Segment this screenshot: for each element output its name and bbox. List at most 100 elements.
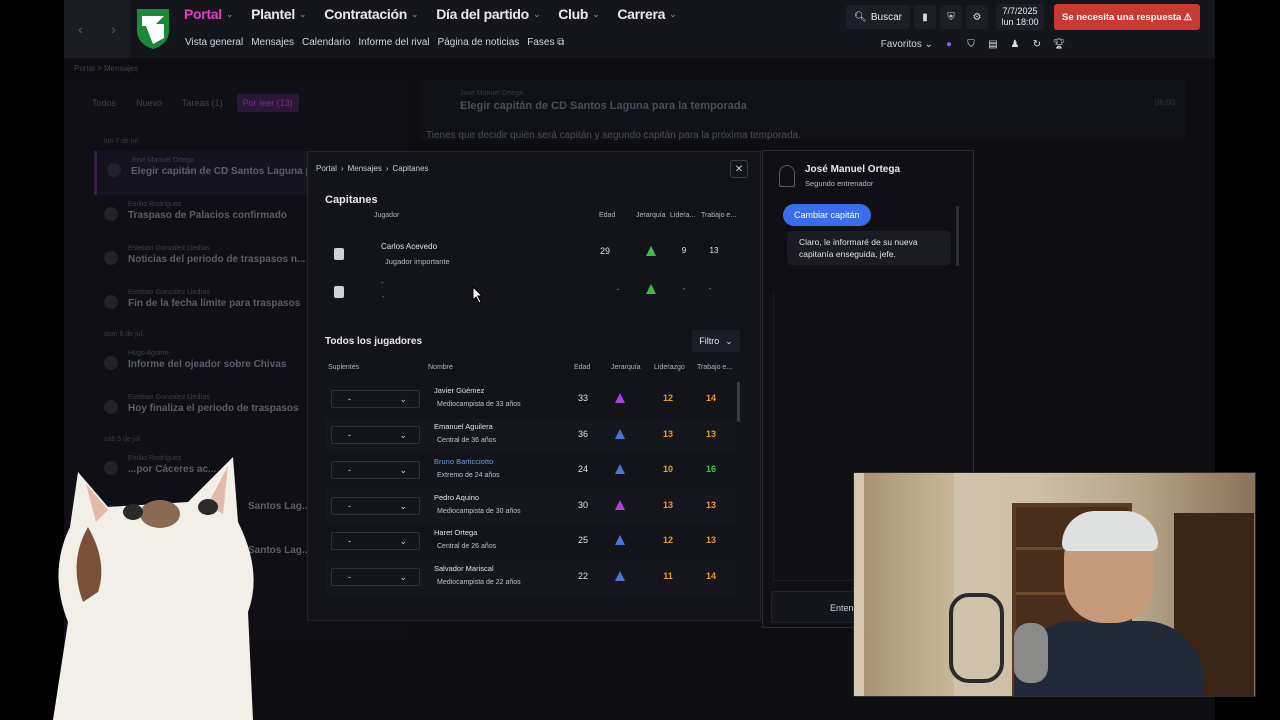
subnav-rival-report[interactable]: Informe del rival: [358, 37, 429, 48]
filter-all[interactable]: Todos: [86, 94, 122, 112]
search-icon: 🔍︎: [854, 11, 867, 23]
hierarchy-icon: [615, 464, 625, 475]
chevron-down-icon: ⌄: [399, 465, 407, 476]
captains-modal: Portal › Mensajes › Capitanes ✕ Capitanes …: [307, 151, 761, 621]
close-icon[interactable]: ✕: [730, 160, 748, 178]
club-logo[interactable]: [134, 6, 172, 50]
substitute-select[interactable]: - ⌄: [331, 567, 420, 586]
subnav-messages[interactable]: Mensajes: [251, 37, 294, 48]
trophy-icon[interactable]: 🏆︎: [1053, 38, 1066, 50]
top-right-controls: 🔍︎ Buscar ▮ ⛨ ⚙ 7/7/2025 lun 18:00 Se nece…: [846, 4, 1215, 30]
nav-carrera[interactable]: Carrera ⌄: [617, 6, 676, 22]
table-row[interactable]: - ⌄ Salvador Mariscal Mediocampista de 22…: [326, 559, 736, 596]
players-table: - ⌄ Javier Güémez Mediocampista de 33 año…: [326, 382, 736, 596]
nav-club[interactable]: Club ⌄: [558, 6, 599, 22]
assistant-name: José Manuel Ortega: [805, 164, 901, 175]
nav-plantel[interactable]: Plantel ⌄: [251, 6, 306, 22]
change-captain-message: Cambiar capitán: [783, 204, 871, 226]
hierarchy-up-icon: [646, 246, 656, 256]
chevron-down-icon: ⌄: [725, 335, 733, 346]
nav-contratacion[interactable]: Contratación ⌄: [324, 6, 418, 22]
filter-unread[interactable]: Por leer (13): [236, 94, 299, 112]
hierarchy-icon: [615, 428, 625, 439]
substitute-select[interactable]: - ⌄: [331, 532, 420, 551]
hierarchy-icon: [615, 499, 625, 510]
all-players-title: Todos los jugadores: [325, 336, 423, 347]
document-icon[interactable]: ▤: [987, 38, 999, 50]
scrollbar[interactable]: [737, 382, 740, 422]
table-row[interactable]: - ⌄ Javier Güémez Mediocampista de 33 año…: [326, 382, 736, 418]
chat-icon[interactable]: ●: [943, 38, 955, 50]
substitute-select[interactable]: - ⌄: [331, 390, 420, 408]
filter-button[interactable]: Filtro ⌄: [692, 330, 740, 352]
subnav-calendar[interactable]: Calendario: [302, 37, 350, 48]
nav-dia-partido[interactable]: Día del partido ⌄: [436, 6, 540, 22]
inbox-filters: Todos Nuevo Tareas (1) Por leer (13): [86, 94, 299, 112]
person-icon[interactable]: ♟: [1009, 38, 1021, 50]
filter-tasks[interactable]: Tareas (1): [176, 94, 229, 112]
sub-nav: Vista general Mensajes Calendario Inform…: [185, 37, 564, 48]
webcam-overlay: [853, 472, 1256, 697]
refresh-icon[interactable]: ↻: [1031, 38, 1043, 50]
hierarchy-icon: [615, 393, 625, 403]
person-icon: [104, 295, 118, 309]
chevron-down-icon: ⌄: [399, 394, 407, 404]
message-body: Tienes que decidir quién será capitán y …: [426, 130, 801, 141]
history-nav: ‹ ›: [64, 0, 130, 58]
bookmark-icon[interactable]: ▮: [914, 5, 936, 29]
nav-portal[interactable]: Portal ⌄: [184, 6, 233, 22]
main-nav: Portal ⌄ Plantel ⌄ Contratación ⌄ Día del p…: [184, 6, 677, 22]
assistant-reply: Claro, le informaré de su nueva capitaní…: [787, 231, 951, 265]
table-row[interactable]: - ⌄ Emanuel Aguilera Central de 36 años 3…: [326, 417, 736, 454]
subnav-phases[interactable]: Fases ⧉: [527, 37, 564, 48]
date-separator: lun 7 de jul.: [104, 138, 140, 145]
table-row[interactable]: - ⌄ Haret Ortega Central de 26 años 25 12…: [326, 524, 736, 560]
avatar: [779, 165, 795, 187]
favorites-row: Favoritos ⌄ ● ⛉ ▤ ♟ ↻ 🏆︎: [881, 38, 1066, 50]
shield-icon[interactable]: ⛨: [940, 5, 962, 29]
search-icon: [104, 356, 118, 370]
warning-icon: ⚠: [1183, 11, 1192, 23]
chevron-down-icon: ⌄: [399, 536, 407, 547]
top-bar: ‹ › Portal ⌄ Plantel ⌄ Contratación ⌄ Día d…: [64, 0, 1215, 58]
mouse-cursor-icon: [472, 286, 484, 304]
back-arrow-icon[interactable]: ‹: [78, 21, 83, 37]
armband-icon: [334, 248, 344, 260]
shirt-icon[interactable]: ⛉: [965, 38, 977, 50]
hierarchy-icon: [615, 570, 625, 581]
chevron-down-icon: ⌄: [399, 429, 407, 440]
person-icon: [104, 251, 118, 265]
search-button[interactable]: 🔍︎ Buscar: [846, 5, 910, 29]
subnav-news[interactable]: Página de noticias: [438, 37, 520, 48]
table-row[interactable]: - ⌄ Pedro Aquino Mediocampista de 30 años…: [326, 488, 736, 525]
table-row[interactable]: - ⌄ Bruno Barticciotto Extremo de 24 años…: [326, 453, 736, 489]
person-icon: [107, 163, 121, 177]
transfer-icon: [104, 207, 118, 221]
armband-icon: [334, 286, 344, 298]
chevron-down-icon: ⌄: [399, 571, 407, 582]
favorites-dropdown[interactable]: Favoritos ⌄: [881, 39, 933, 50]
modal-breadcrumb: Portal › Mensajes › Capitanes: [316, 164, 429, 173]
continue-alert-button[interactable]: Se necesita una respuesta ⚠: [1054, 4, 1200, 30]
forward-arrow-icon[interactable]: ›: [111, 21, 116, 37]
captains-title: Capitanes: [325, 194, 378, 206]
substitute-select[interactable]: - ⌄: [331, 496, 420, 515]
assistant-role: Segundo entrenador: [805, 179, 874, 188]
gear-icon[interactable]: ⚙: [966, 5, 988, 29]
vice-captain-row[interactable]: - - - - -: [324, 274, 724, 310]
chevron-down-icon: ⌄: [399, 500, 407, 511]
scrollbar[interactable]: [956, 206, 959, 266]
subnav-overview[interactable]: Vista general: [185, 37, 243, 48]
hierarchy-up-icon: [646, 284, 656, 294]
filter-new[interactable]: Nuevo: [130, 94, 168, 112]
game-date[interactable]: 7/7/2025 lun 18:00: [996, 4, 1044, 30]
cat-sticker: [53, 457, 254, 720]
breadcrumb: Portal > Mensajes: [74, 64, 139, 73]
hierarchy-icon: [615, 535, 625, 546]
external-link-icon: ⧉: [557, 37, 565, 48]
captain-row[interactable]: Carlos Acevedo Jugador importante 29 9 1…: [324, 236, 724, 272]
substitute-select[interactable]: - ⌄: [331, 425, 420, 444]
substitute-select[interactable]: - ⌄: [331, 461, 420, 480]
person-icon: [104, 400, 118, 414]
message-subject: Elegir capitán de CD Santos Laguna para …: [460, 100, 747, 112]
